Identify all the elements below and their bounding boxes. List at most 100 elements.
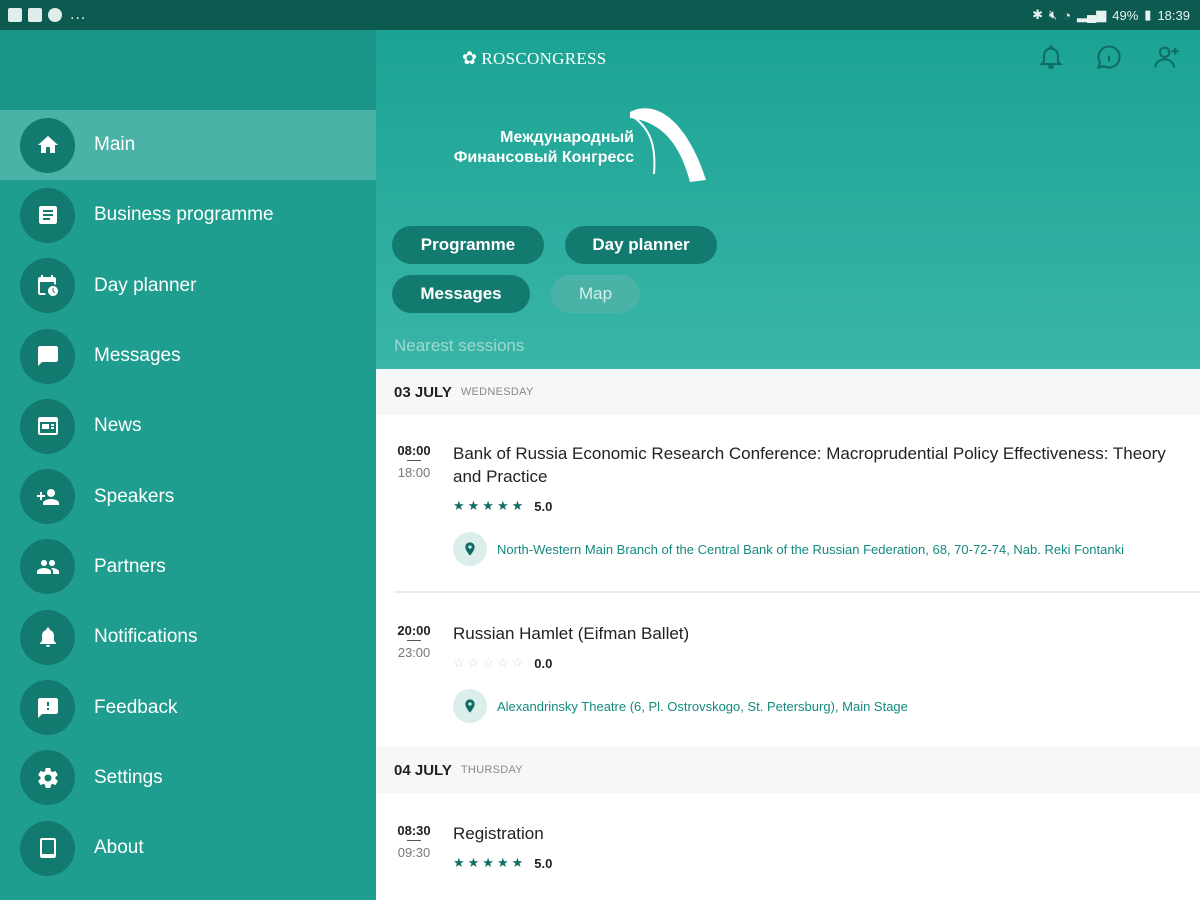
menu-item-news[interactable]: News xyxy=(0,391,376,461)
menu-item-day-planner[interactable]: Day planner xyxy=(0,251,376,321)
menu-item-label: Settings xyxy=(94,766,163,788)
drawer-header xyxy=(0,30,376,110)
document-icon xyxy=(20,187,75,243)
sessions-list[interactable]: 03 JULY WEDNESDAY 08:00 18:00 Bank of Ru… xyxy=(376,369,1200,900)
session-rating: ☆☆☆☆☆ 0.0 xyxy=(453,655,1182,671)
session-rating: ★★★★★ 5.0 xyxy=(453,855,1182,871)
rating-value: 5.0 xyxy=(534,498,553,514)
clock: 18:39 xyxy=(1157,7,1190,23)
session-title: Bank of Russia Economic Research Confere… xyxy=(453,444,1166,486)
status-bar-right: ✱ 🔇︎ ◔ ▂▄▆ 49% ▮ 18:39 xyxy=(1032,7,1190,23)
battery-level: 49% xyxy=(1112,7,1139,23)
app-notification-icon xyxy=(48,8,62,22)
session-title: Russian Hamlet (Eifman Ballet) xyxy=(453,624,690,643)
session-start: 08:30 xyxy=(397,823,431,838)
session-end: 23:00 xyxy=(397,645,431,660)
notifications-button[interactable] xyxy=(1036,42,1066,72)
congress-logo: Международный Финансовый Конгресс xyxy=(422,104,712,184)
calendar-clock-icon xyxy=(20,258,75,314)
day-date: 04 JULY xyxy=(394,761,452,779)
session-start: 20:00 xyxy=(397,623,431,638)
menu-item-label: News xyxy=(94,415,142,437)
map-button[interactable]: Map xyxy=(551,275,640,313)
gallery-notification-icon xyxy=(8,8,22,22)
mute-icon: 🔇︎ xyxy=(1048,7,1058,22)
nearest-sessions-heading: Nearest sessions xyxy=(394,336,525,355)
menu-item-main[interactable]: Main xyxy=(0,110,376,181)
battery-icon: ▮ xyxy=(1144,7,1152,22)
rating-value: 5.0 xyxy=(534,855,553,871)
star-rating-icon: ★★★★★ xyxy=(453,498,527,513)
menu-item-partners[interactable]: Partners xyxy=(0,532,376,602)
header-actions xyxy=(1036,42,1182,72)
drawer-menu: Main Business programme Day planner Mess… xyxy=(0,110,376,883)
day-header: 03 JULY WEDNESDAY xyxy=(376,369,1200,415)
brand-name: ROSCONGRESS xyxy=(481,48,607,68)
chat-icon xyxy=(20,328,75,384)
session-item[interactable]: 20:00 23:00 Russian Hamlet (Eifman Balle… xyxy=(376,593,1200,747)
flipboard-notification-icon xyxy=(28,8,42,22)
menu-item-settings[interactable]: Settings xyxy=(0,743,376,813)
session-rating: ★★★★★ 5.0 xyxy=(453,498,1182,514)
session-time: 08:30 09:30 xyxy=(394,823,434,860)
day-weekday: WEDNESDAY xyxy=(460,386,534,398)
menu-item-business-programme[interactable]: Business programme xyxy=(0,180,376,250)
menu-item-about[interactable]: About xyxy=(0,813,376,883)
time-separator xyxy=(407,840,421,841)
menu-item-label: About xyxy=(94,837,144,859)
menu-item-label: Main xyxy=(94,134,136,156)
menu-item-label: Partners xyxy=(94,555,166,577)
signal-icon: ▂▄▆ xyxy=(1077,7,1107,22)
menu-item-notifications[interactable]: Notifications xyxy=(0,602,376,672)
day-header: 04 JULY THURSDAY xyxy=(376,747,1200,793)
congress-title-line2: Финансовый Конгресс xyxy=(453,149,634,166)
tablet-icon xyxy=(20,820,75,876)
menu-item-label: Business programme xyxy=(94,204,274,226)
home-icon xyxy=(20,117,75,173)
menu-item-label: Feedback xyxy=(94,696,178,718)
bluetooth-icon: ✱ xyxy=(1032,7,1043,22)
feedback-button[interactable] xyxy=(1094,42,1124,72)
session-item[interactable]: 08:00 18:00 Bank of Russia Economic Rese… xyxy=(376,415,1200,591)
menu-item-label: Day planner xyxy=(94,274,197,296)
star-rating-icon: ★★★★★ xyxy=(453,855,527,870)
time-separator xyxy=(407,640,421,641)
messages-button[interactable]: Messages xyxy=(392,275,530,313)
gear-icon xyxy=(20,750,75,806)
newspaper-icon xyxy=(20,398,75,454)
session-start: 08:00 xyxy=(397,443,431,458)
session-location[interactable]: North-Western Main Branch of the Central… xyxy=(453,532,1182,566)
more-notifications: ... xyxy=(70,6,87,23)
people-icon xyxy=(20,539,75,595)
menu-item-feedback[interactable]: Feedback xyxy=(0,672,376,742)
status-bar-left: ... xyxy=(8,6,86,24)
location-text: Alexandrinsky Theatre (6, Pl. Ostrovskog… xyxy=(497,698,908,714)
menu-item-speakers[interactable]: Speakers xyxy=(0,461,376,531)
rating-value: 0.0 xyxy=(534,655,553,671)
congress-title-line1: Международный xyxy=(500,129,634,146)
navigation-drawer: Main Business programme Day planner Mess… xyxy=(0,30,376,900)
bell-icon xyxy=(1039,45,1063,70)
session-location[interactable]: Alexandrinsky Theatre (6, Pl. Ostrovskog… xyxy=(453,689,1182,723)
feedback-icon xyxy=(20,680,75,736)
congress-title: Международный Финансовый Конгресс xyxy=(422,128,634,168)
session-end: 09:30 xyxy=(397,845,431,860)
session-time: 20:00 23:00 xyxy=(394,623,434,660)
flower-icon: ✿ xyxy=(462,48,478,68)
menu-item-label: Notifications xyxy=(94,626,198,648)
session-end: 18:00 xyxy=(397,465,431,480)
day-weekday: THURSDAY xyxy=(460,764,523,776)
menu-item-messages[interactable]: Messages xyxy=(0,321,376,391)
person-add-icon xyxy=(20,469,75,525)
person-add-icon xyxy=(1154,46,1179,68)
roscongress-logo: ✿ ROSCONGRESS xyxy=(462,48,607,69)
location-pin-icon xyxy=(453,532,487,566)
day-date: 03 JULY xyxy=(394,383,452,401)
status-bar: ... ✱ 🔇︎ ◔ ▂▄▆ 49% ▮ 18:39 xyxy=(0,0,1200,30)
session-item[interactable]: 08:30 09:30 Registration ★★★★★ 5.0 xyxy=(376,793,1200,900)
day-planner-button[interactable]: Day planner xyxy=(565,226,717,264)
header-banner: ✿ ROSCONGRESS Международный Финансовый К… xyxy=(376,30,1200,369)
programme-button[interactable]: Programme xyxy=(392,226,544,264)
arch-logo-icon xyxy=(630,108,706,182)
add-contact-button[interactable] xyxy=(1152,42,1182,72)
